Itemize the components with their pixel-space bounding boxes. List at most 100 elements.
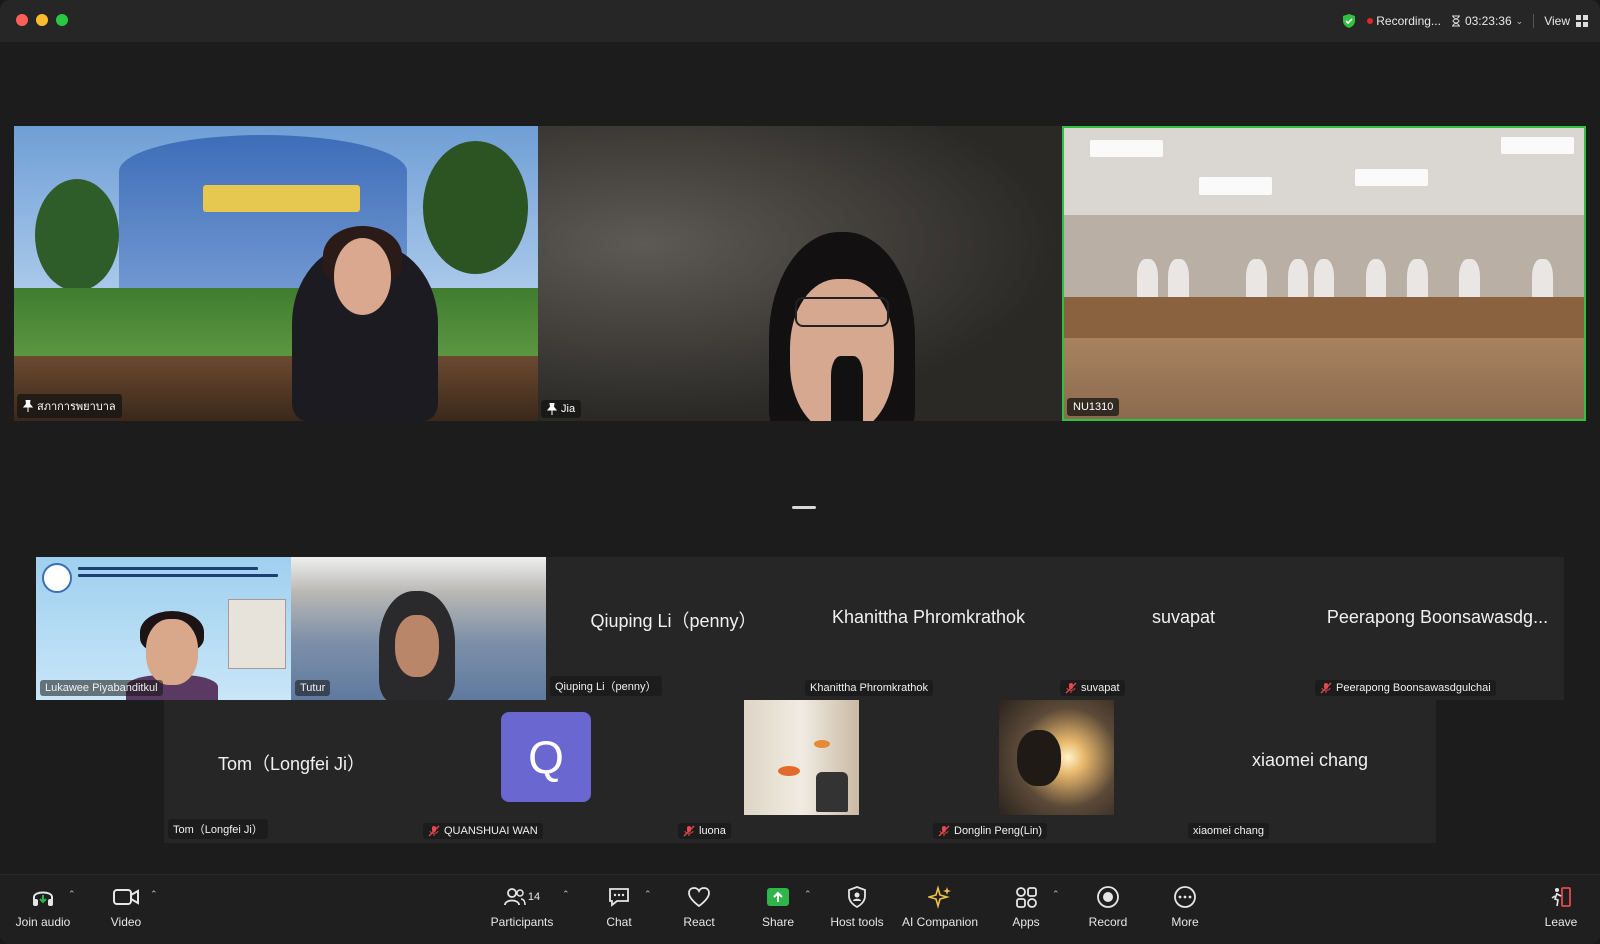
participant-name-label: Lukawee Piyabanditkul	[40, 680, 163, 696]
university-logo	[42, 563, 72, 593]
video-button[interactable]: Video	[102, 883, 150, 939]
participant-tile-no-video[interactable]: Peerapong Boonsawasdg... Peerapong Boons…	[1311, 557, 1564, 700]
video-tile-speaker-2[interactable]: Jia	[538, 126, 1062, 421]
participant-name-label: suvapat	[1060, 680, 1125, 696]
meeting-toolbar: Join audio ⌃ Video ⌃ 14 Participants ⌃ C…	[0, 874, 1600, 944]
grid-view-icon	[1576, 15, 1588, 27]
participant-tile-no-video[interactable]: suvapat suvapat	[1056, 557, 1311, 700]
minimize-window-button[interactable]	[36, 14, 48, 26]
timer-value: 03:23:36	[1464, 14, 1512, 28]
headphones-icon	[33, 891, 53, 906]
hourglass-icon	[1451, 15, 1460, 27]
participant-name-label: Jia	[541, 400, 582, 418]
profile-picture	[999, 700, 1114, 815]
participant-tile-thumbnail[interactable]: Donglin Peng(Lin)	[929, 700, 1184, 843]
participant-name-label: luona	[678, 823, 731, 839]
sparkle-icon	[928, 885, 951, 909]
host-tools-button[interactable]: Host tools	[826, 883, 888, 939]
leave-meeting-button[interactable]: Leave	[1540, 883, 1582, 939]
participant-display-name: suvapat	[1151, 607, 1216, 627]
audio-options-chevron-icon[interactable]: ⌃	[68, 889, 76, 900]
participants-icon	[503, 888, 526, 906]
participant-name-label: Donglin Peng(Lin)	[933, 823, 1048, 839]
apps-options-chevron-icon[interactable]: ⌃	[1052, 889, 1060, 900]
participant-display-name: Tom（Longfei Ji）	[217, 754, 366, 774]
close-window-button[interactable]	[16, 14, 28, 26]
participant-tile-no-video[interactable]: Tom（Longfei Ji） Tom（Longfei Ji）	[164, 700, 419, 843]
participant-display-name: xiaomei chang	[1251, 750, 1369, 770]
leave-icon	[1551, 887, 1571, 907]
apps-button[interactable]: Apps	[1004, 883, 1048, 939]
react-button[interactable]: React	[677, 883, 721, 939]
participant-name-label: Khanittha Phromkrathok	[805, 680, 934, 696]
mic-muted-icon	[1320, 682, 1332, 694]
apps-icon	[1016, 887, 1037, 908]
mic-muted-icon	[1065, 682, 1077, 694]
participant-name-label: สภาการพยาบาล	[17, 394, 122, 418]
encryption-shield-icon[interactable]	[1341, 13, 1357, 29]
shield-icon	[848, 886, 866, 908]
gallery-row: Lukawee Piyabanditkul Tutur Qiuping Li（p…	[36, 557, 1564, 700]
chat-icon	[609, 888, 629, 907]
participant-tile-no-video[interactable]: Khanittha Phromkrathok Khanittha Phromkr…	[801, 557, 1056, 700]
ai-companion-button[interactable]: AI Companion	[902, 883, 978, 939]
resize-handle[interactable]	[792, 506, 816, 509]
avatar: Q	[501, 712, 591, 802]
share-screen-icon	[767, 888, 789, 906]
participant-name-label: NU1310	[1067, 398, 1120, 416]
recording-dot-icon	[1367, 18, 1374, 24]
participant-name-label: xiaomei chang	[1188, 823, 1269, 839]
mic-muted-icon	[428, 825, 440, 837]
more-icon	[1174, 886, 1196, 908]
join-audio-button[interactable]: Join audio	[14, 883, 72, 939]
participants-button[interactable]: 14 Participants	[488, 883, 556, 939]
more-button[interactable]: More	[1164, 883, 1206, 939]
record-button[interactable]: Record	[1084, 883, 1132, 939]
recording-label: Recording...	[1376, 14, 1441, 28]
view-button[interactable]: View	[1544, 14, 1588, 28]
participant-name-label: QUANSHUAI WAN	[423, 823, 543, 839]
profile-picture	[744, 700, 859, 815]
record-icon	[1097, 886, 1119, 908]
participant-name-label: Tutur	[295, 680, 331, 696]
share-options-chevron-icon[interactable]: ⌃	[804, 889, 812, 900]
pin-icon	[23, 400, 33, 412]
participant-tile-no-video[interactable]: Qiuping Li（penny） Qiuping Li（penny）	[546, 557, 801, 700]
divider	[1533, 14, 1535, 28]
video-tile-active-speaker[interactable]: NU1310	[1062, 126, 1586, 421]
mic-muted-icon	[938, 825, 950, 837]
speaker-row: สภาการพยาบาล Jia NU1310	[14, 126, 1586, 421]
title-bar: Recording... 03:23:36 ⌄ View	[0, 0, 1600, 42]
pin-icon	[547, 403, 557, 415]
title-bar-status: Recording... 03:23:36 ⌄ View	[1341, 0, 1588, 42]
participant-display-name: Peerapong Boonsawasdg...	[1326, 607, 1549, 627]
participants-count: 14	[527, 891, 541, 903]
view-label: View	[1544, 14, 1570, 28]
video-tile-participant[interactable]: Lukawee Piyabanditkul	[36, 557, 291, 700]
participants-options-chevron-icon[interactable]: ⌃	[562, 889, 570, 900]
participant-tile-no-video[interactable]: xiaomei chang xiaomei chang	[1184, 700, 1436, 843]
microphone	[831, 356, 863, 421]
participant-name-label: Tom（Longfei Ji）	[168, 819, 268, 839]
recording-indicator[interactable]: Recording...	[1367, 14, 1441, 28]
participant-name-label: Qiuping Li（penny）	[550, 676, 662, 696]
participant-tile-thumbnail[interactable]: luona	[674, 700, 929, 843]
chat-options-chevron-icon[interactable]: ⌃	[644, 889, 652, 900]
video-options-chevron-icon[interactable]: ⌃	[150, 889, 158, 900]
meeting-timer[interactable]: 03:23:36 ⌄	[1451, 14, 1523, 28]
share-screen-button[interactable]: Share	[756, 883, 800, 939]
chevron-down-icon: ⌄	[1515, 15, 1524, 26]
participant-name-label: Peerapong Boonsawasdgulchai	[1315, 680, 1496, 696]
chat-button[interactable]: Chat	[597, 883, 641, 939]
video-camera-icon	[113, 889, 139, 905]
video-tile-participant[interactable]: Tutur	[291, 557, 546, 700]
video-tile-speaker-1[interactable]: สภาการพยาบาล	[14, 126, 538, 421]
participant-display-name: Khanittha Phromkrathok	[831, 607, 1026, 627]
zoom-meeting-window: Recording... 03:23:36 ⌄ View สภาการพยาบา…	[0, 0, 1600, 944]
mic-muted-icon	[683, 825, 695, 837]
gallery-row: Tom（Longfei Ji） Tom（Longfei Ji） Q QUANSH…	[164, 700, 1436, 843]
maximize-window-button[interactable]	[56, 14, 68, 26]
participant-tile-avatar[interactable]: Q QUANSHUAI WAN	[419, 700, 674, 843]
heart-icon	[688, 887, 710, 908]
participant-display-name: Qiuping Li（penny）	[590, 611, 757, 631]
